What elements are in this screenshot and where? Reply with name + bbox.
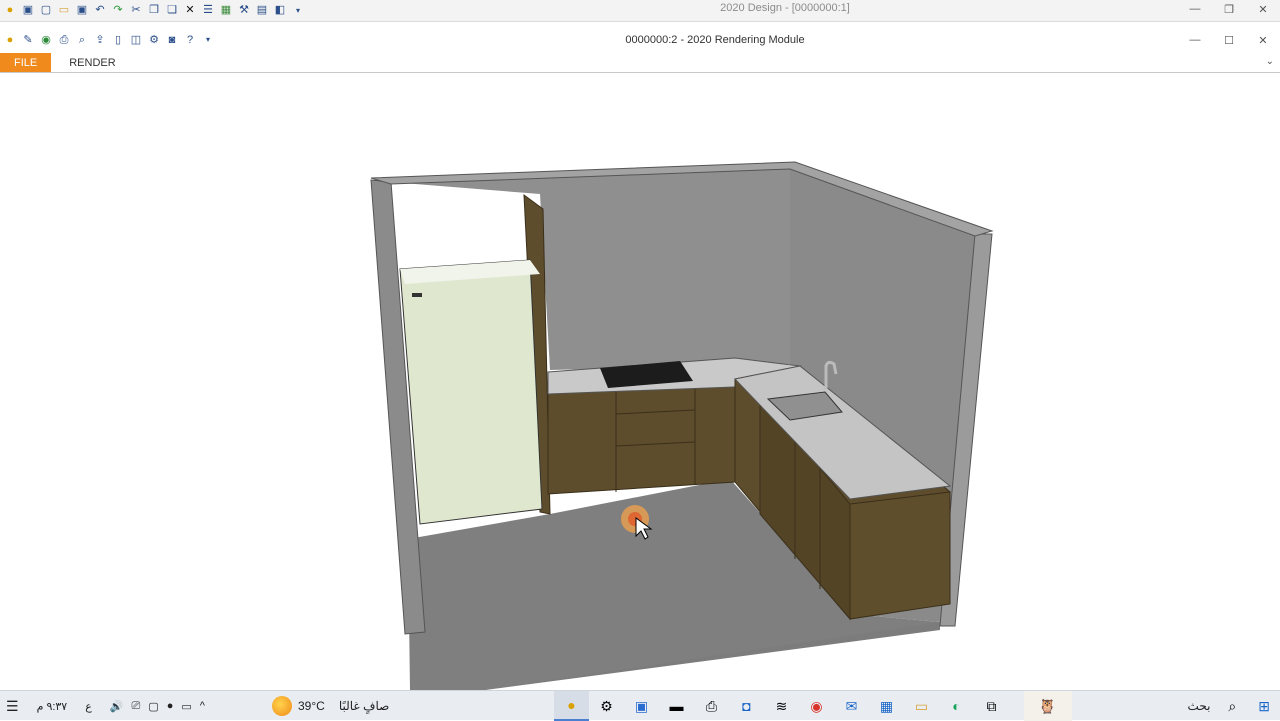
notification-icon[interactable]: ☰: [6, 698, 19, 715]
taskbar-app-icon[interactable]: ≋: [764, 691, 799, 721]
battery-icon[interactable]: ▭: [181, 700, 191, 713]
tab-file[interactable]: FILE: [0, 53, 52, 72]
start-icon[interactable]: ⊞: [1248, 698, 1280, 715]
kitchen-render-scene: [370, 161, 994, 690]
taskbar-edge-icon[interactable]: ◐: [939, 691, 974, 721]
display-icon[interactable]: ▢: [148, 700, 158, 713]
taskbar-task-view-icon[interactable]: ⧉: [974, 691, 1009, 721]
taskbar-mail-icon[interactable]: ✉: [834, 691, 869, 721]
restore-icon[interactable]: ❐: [1212, 0, 1246, 18]
weather-condition: صافٍ غالبًا: [338, 699, 390, 713]
system-tray: ☰ ٩:٣٧ م ع 🔊 ⎚ ▢ ● ▭ ^: [6, 691, 205, 721]
outer-window-title: 2020 Design - [0000000:1]: [720, 2, 850, 14]
fridge-handle: [412, 293, 422, 297]
volume-icon[interactable]: 🔊: [110, 700, 124, 713]
owl-widget-icon[interactable]: 🦉: [1023, 691, 1072, 721]
outer-title-bar: ● ▣ ▢ ▭ ▣ ↶ ↷ ✂ ❐ ❏ ✕ ☰ ▦ ⚒ ▤ ◧ ▾ 2020 D…: [0, 0, 1280, 22]
taskbar-chrome-icon[interactable]: ◉: [799, 691, 834, 721]
taskbar-2020-design-icon[interactable]: ●: [554, 691, 589, 721]
taskbar-printer-icon[interactable]: ⎙: [694, 691, 729, 721]
clock-time[interactable]: ٩:٣٧ م: [37, 700, 68, 713]
taskbar-microsoft-store-icon[interactable]: ▦: [869, 691, 904, 721]
ribbon-tabs: FILE RENDER ⌄: [0, 53, 1280, 73]
network-icon[interactable]: ⎚: [132, 700, 141, 713]
outer-window-controls: — ❐ ✕: [1178, 0, 1280, 18]
minimize-icon[interactable]: —: [1178, 0, 1212, 18]
taskbar-store-icon[interactable]: ▣: [624, 691, 659, 721]
windows-taskbar: ☰ ٩:٣٧ م ع 🔊 ⎚ ▢ ● ▭ ^ 39°C صافٍ غالبًا …: [0, 690, 1280, 721]
microphone-icon[interactable]: ●: [167, 700, 174, 712]
search-label[interactable]: بحث: [1182, 699, 1217, 713]
taskbar-settings-icon[interactable]: ⚙: [589, 691, 624, 721]
tab-render[interactable]: RENDER: [51, 53, 129, 72]
taskbar-outlook-icon[interactable]: ◘: [729, 691, 764, 721]
weather-sun-icon: [272, 696, 292, 716]
close-icon[interactable]: ✕: [1246, 0, 1280, 18]
search-icon[interactable]: ⌕: [1216, 698, 1248, 715]
show-hidden-icons-icon[interactable]: ^: [200, 700, 205, 712]
taskbar-file-explorer-icon[interactable]: ▭: [904, 691, 939, 721]
taskbar-right: 🦉 بحث ⌕ ⊞: [1023, 691, 1280, 721]
input-language[interactable]: ع: [85, 700, 92, 713]
weather-temperature: 39°C: [298, 699, 325, 713]
module-window-title: 0000000:2 - 2020 Rendering Module: [625, 34, 805, 46]
weather-widget[interactable]: 39°C صافٍ غالبًا: [272, 691, 389, 721]
ribbon-collapse-icon[interactable]: ⌄: [1266, 56, 1274, 67]
taskbar-media-icon[interactable]: ▬: [659, 691, 694, 721]
render-viewport[interactable]: [0, 74, 1280, 690]
taskbar-apps: ● ⚙ ▣ ▬ ⎙ ◘ ≋ ◉ ✉ ▦ ▭ ◐ ⧉: [554, 691, 1009, 721]
